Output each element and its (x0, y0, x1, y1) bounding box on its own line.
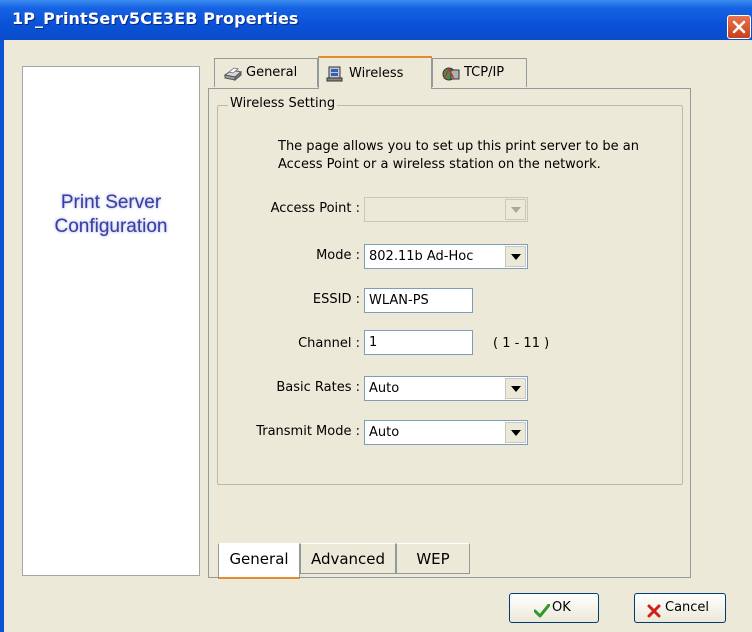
basic-rates-dropdown[interactable]: Auto (364, 376, 528, 401)
ok-label: OK (552, 600, 571, 615)
channel-value: 1 (369, 335, 378, 350)
bottom-tab-advanced[interactable]: Advanced (300, 543, 396, 574)
tab-wireless[interactable]: Wireless (318, 56, 432, 89)
ok-button[interactable]: OK (509, 593, 599, 623)
cancel-button[interactable]: Cancel (634, 593, 726, 623)
tab-tcpip-label: TCP/IP (464, 65, 505, 80)
access-point-dropdown[interactable] (364, 197, 528, 222)
x-icon (647, 601, 661, 629)
mode-value: 802.11b Ad-Hoc (369, 249, 474, 264)
transmit-mode-dropdown[interactable]: Auto (364, 420, 528, 445)
channel-label: Channel : (298, 336, 360, 351)
bottom-tab-general[interactable]: General (218, 543, 300, 579)
tab-wireless-label: Wireless (349, 66, 404, 81)
essid-input[interactable]: WLAN-PS (364, 288, 473, 313)
bottom-tab-wep[interactable]: WEP (396, 543, 470, 574)
description-line2: Access Point or a wireless station on th… (278, 157, 601, 172)
side-banner-line2: Configuration (54, 216, 168, 237)
mode-label: Mode : (316, 248, 360, 263)
title-bar[interactable]: 1P_PrintServ5CE3EB Properties (0, 0, 752, 40)
properties-window: 1P_PrintServ5CE3EB Properties Print Serv… (0, 0, 752, 632)
wireless-description: The page allows you to set up this print… (278, 138, 678, 174)
chevron-down-icon[interactable] (505, 378, 526, 399)
side-banner: Print Server Configuration (22, 66, 200, 576)
wireless-setting-title: Wireless Setting (228, 96, 338, 111)
tab-general[interactable]: General (214, 58, 318, 87)
window-title: 1P_PrintServ5CE3EB Properties (12, 9, 299, 28)
tab-tcpip[interactable]: TCP/IP (432, 58, 527, 87)
chevron-down-icon[interactable] (505, 199, 526, 220)
mode-dropdown[interactable]: 802.11b Ad-Hoc (364, 244, 528, 269)
basic-rates-value: Auto (369, 381, 400, 396)
channel-range: ( 1 - 11 ) (493, 336, 550, 351)
close-button[interactable] (727, 15, 751, 39)
chevron-down-icon[interactable] (505, 422, 526, 443)
network-icon (441, 65, 460, 81)
printer-icon (223, 65, 243, 82)
tab-general-label: General (246, 65, 298, 80)
essid-value: WLAN-PS (369, 293, 429, 308)
channel-input[interactable]: 1 (364, 330, 473, 355)
cancel-label: Cancel (665, 600, 710, 615)
window-frame (0, 40, 4, 632)
chevron-down-icon[interactable] (505, 246, 526, 267)
transmit-mode-label: Transmit Mode : (256, 424, 360, 439)
description-line1: The page allows you to set up this print… (278, 139, 640, 154)
check-icon (533, 601, 551, 629)
basic-rates-label: Basic Rates : (276, 380, 360, 395)
access-point-label: Access Point : (270, 201, 360, 216)
essid-label: ESSID : (312, 292, 360, 307)
wireless-icon (325, 65, 343, 82)
transmit-mode-value: Auto (369, 425, 400, 440)
close-icon (732, 20, 746, 34)
